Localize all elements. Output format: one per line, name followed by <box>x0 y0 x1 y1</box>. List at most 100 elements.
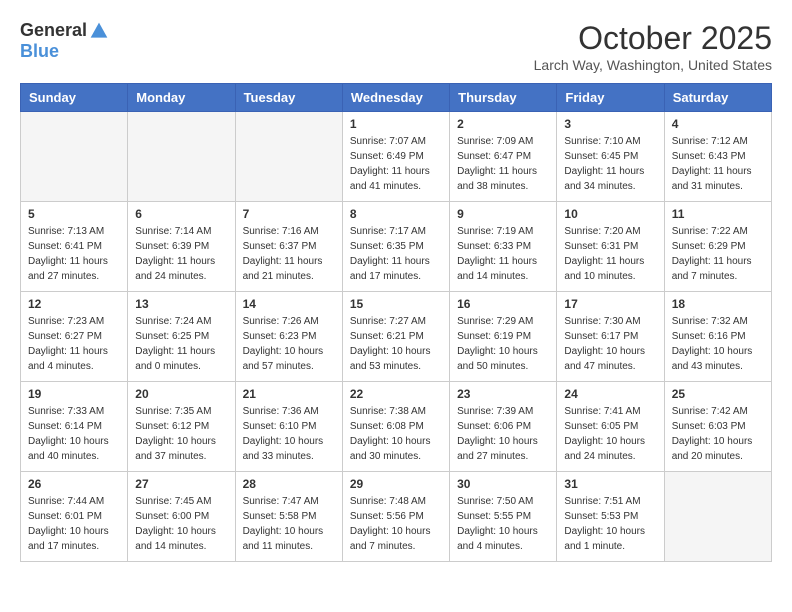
calendar-cell: 1 Sunrise: 7:07 AM Sunset: 6:49 PM Daylig… <box>342 112 449 202</box>
calendar-table: SundayMondayTuesdayWednesdayThursdayFrid… <box>20 83 772 562</box>
calendar-cell: 16 Sunrise: 7:29 AM Sunset: 6:19 PM Dayli… <box>450 292 557 382</box>
day-info: Sunrise: 7:48 AM Sunset: 5:56 PM Dayligh… <box>350 494 442 554</box>
day-number: 5 <box>28 207 120 221</box>
day-info: Sunrise: 7:39 AM Sunset: 6:06 PM Dayligh… <box>457 404 549 464</box>
day-info: Sunrise: 7:13 AM Sunset: 6:41 PM Dayligh… <box>28 224 120 284</box>
day-info: Sunrise: 7:41 AM Sunset: 6:05 PM Dayligh… <box>564 404 656 464</box>
calendar-cell: 11 Sunrise: 7:22 AM Sunset: 6:29 PM Dayli… <box>664 202 771 292</box>
weekday-header-friday: Friday <box>557 84 664 112</box>
calendar-cell: 14Sunrise: 7:26 AM Sunset: 6:23 PM Dayli… <box>235 292 342 382</box>
day-info: Sunrise: 7:23 AM Sunset: 6:27 PM Dayligh… <box>28 314 120 374</box>
day-info: Sunrise: 7:19 AM Sunset: 6:33 PM Dayligh… <box>457 224 549 284</box>
day-info: Sunrise: 7:09 AM Sunset: 6:47 PM Dayligh… <box>457 134 549 194</box>
day-info: Sunrise: 7:27 AM Sunset: 6:21 PM Dayligh… <box>350 314 442 374</box>
day-info: Sunrise: 7:50 AM Sunset: 5:55 PM Dayligh… <box>457 494 549 554</box>
page-header: General Blue October 2025 Larch Way, Was… <box>20 20 772 73</box>
day-info: Sunrise: 7:35 AM Sunset: 6:12 PM Dayligh… <box>135 404 227 464</box>
calendar-week-3: 12Sunrise: 7:23 AM Sunset: 6:27 PM Dayli… <box>21 292 772 382</box>
calendar-cell: 6 Sunrise: 7:14 AM Sunset: 6:39 PM Daylig… <box>128 202 235 292</box>
title-section: October 2025 Larch Way, Washington, Unit… <box>534 20 772 73</box>
calendar-cell <box>664 472 771 562</box>
calendar-cell: 13Sunrise: 7:24 AM Sunset: 6:25 PM Dayli… <box>128 292 235 382</box>
weekday-header-tuesday: Tuesday <box>235 84 342 112</box>
day-info: Sunrise: 7:16 AM Sunset: 6:37 PM Dayligh… <box>243 224 335 284</box>
logo: General Blue <box>20 20 109 62</box>
day-number: 20 <box>135 387 227 401</box>
day-info: Sunrise: 7:14 AM Sunset: 6:39 PM Dayligh… <box>135 224 227 284</box>
day-info: Sunrise: 7:32 AM Sunset: 6:16 PM Dayligh… <box>672 314 764 374</box>
day-number: 23 <box>457 387 549 401</box>
calendar-cell: 10 Sunrise: 7:20 AM Sunset: 6:31 PM Dayli… <box>557 202 664 292</box>
day-number: 9 <box>457 207 549 221</box>
calendar-week-4: 19 Sunrise: 7:33 AM Sunset: 6:14 PM Dayli… <box>21 382 772 472</box>
weekday-header-sunday: Sunday <box>21 84 128 112</box>
day-info: Sunrise: 7:22 AM Sunset: 6:29 PM Dayligh… <box>672 224 764 284</box>
day-number: 13 <box>135 297 227 311</box>
day-info: Sunrise: 7:36 AM Sunset: 6:10 PM Dayligh… <box>243 404 335 464</box>
calendar-cell: 21 Sunrise: 7:36 AM Sunset: 6:10 PM Dayli… <box>235 382 342 472</box>
day-info: Sunrise: 7:12 AM Sunset: 6:43 PM Dayligh… <box>672 134 764 194</box>
day-info: Sunrise: 7:20 AM Sunset: 6:31 PM Dayligh… <box>564 224 656 284</box>
day-number: 19 <box>28 387 120 401</box>
calendar-cell: 28 Sunrise: 7:47 AM Sunset: 5:58 PM Dayli… <box>235 472 342 562</box>
calendar-cell: 19 Sunrise: 7:33 AM Sunset: 6:14 PM Dayli… <box>21 382 128 472</box>
logo-general-text: General <box>20 20 87 41</box>
day-info: Sunrise: 7:47 AM Sunset: 5:58 PM Dayligh… <box>243 494 335 554</box>
logo-blue-text: Blue <box>20 41 59 62</box>
day-number: 16 <box>457 297 549 311</box>
weekday-header-wednesday: Wednesday <box>342 84 449 112</box>
calendar-cell: 2 Sunrise: 7:09 AM Sunset: 6:47 PM Daylig… <box>450 112 557 202</box>
calendar-cell: 7 Sunrise: 7:16 AM Sunset: 6:37 PM Daylig… <box>235 202 342 292</box>
day-number: 6 <box>135 207 227 221</box>
day-number: 29 <box>350 477 442 491</box>
day-number: 18 <box>672 297 764 311</box>
calendar-cell: 26 Sunrise: 7:44 AM Sunset: 6:01 PM Dayli… <box>21 472 128 562</box>
day-number: 10 <box>564 207 656 221</box>
day-number: 4 <box>672 117 764 131</box>
weekday-header-row: SundayMondayTuesdayWednesdayThursdayFrid… <box>21 84 772 112</box>
day-info: Sunrise: 7:10 AM Sunset: 6:45 PM Dayligh… <box>564 134 656 194</box>
weekday-header-thursday: Thursday <box>450 84 557 112</box>
calendar-cell <box>21 112 128 202</box>
calendar-week-5: 26 Sunrise: 7:44 AM Sunset: 6:01 PM Dayli… <box>21 472 772 562</box>
calendar-week-2: 5 Sunrise: 7:13 AM Sunset: 6:41 PM Daylig… <box>21 202 772 292</box>
day-number: 7 <box>243 207 335 221</box>
day-info: Sunrise: 7:17 AM Sunset: 6:35 PM Dayligh… <box>350 224 442 284</box>
day-number: 21 <box>243 387 335 401</box>
calendar-cell: 31 Sunrise: 7:51 AM Sunset: 5:53 PM Dayli… <box>557 472 664 562</box>
day-number: 11 <box>672 207 764 221</box>
day-number: 28 <box>243 477 335 491</box>
day-info: Sunrise: 7:42 AM Sunset: 6:03 PM Dayligh… <box>672 404 764 464</box>
day-number: 22 <box>350 387 442 401</box>
day-number: 31 <box>564 477 656 491</box>
day-info: Sunrise: 7:07 AM Sunset: 6:49 PM Dayligh… <box>350 134 442 194</box>
weekday-header-monday: Monday <box>128 84 235 112</box>
calendar-cell: 5 Sunrise: 7:13 AM Sunset: 6:41 PM Daylig… <box>21 202 128 292</box>
day-number: 26 <box>28 477 120 491</box>
calendar-week-1: 1 Sunrise: 7:07 AM Sunset: 6:49 PM Daylig… <box>21 112 772 202</box>
day-info: Sunrise: 7:33 AM Sunset: 6:14 PM Dayligh… <box>28 404 120 464</box>
day-number: 1 <box>350 117 442 131</box>
calendar-cell <box>128 112 235 202</box>
calendar-cell <box>235 112 342 202</box>
calendar-cell: 4 Sunrise: 7:12 AM Sunset: 6:43 PM Daylig… <box>664 112 771 202</box>
day-info: Sunrise: 7:44 AM Sunset: 6:01 PM Dayligh… <box>28 494 120 554</box>
day-number: 17 <box>564 297 656 311</box>
weekday-header-saturday: Saturday <box>664 84 771 112</box>
day-number: 2 <box>457 117 549 131</box>
day-number: 24 <box>564 387 656 401</box>
calendar-cell: 15Sunrise: 7:27 AM Sunset: 6:21 PM Dayli… <box>342 292 449 382</box>
location: Larch Way, Washington, United States <box>534 57 772 73</box>
day-info: Sunrise: 7:51 AM Sunset: 5:53 PM Dayligh… <box>564 494 656 554</box>
calendar-cell: 9 Sunrise: 7:19 AM Sunset: 6:33 PM Daylig… <box>450 202 557 292</box>
calendar-cell: 23 Sunrise: 7:39 AM Sunset: 6:06 PM Dayli… <box>450 382 557 472</box>
calendar-cell: 20 Sunrise: 7:35 AM Sunset: 6:12 PM Dayli… <box>128 382 235 472</box>
calendar-cell: 22Sunrise: 7:38 AM Sunset: 6:08 PM Dayli… <box>342 382 449 472</box>
calendar-cell: 12Sunrise: 7:23 AM Sunset: 6:27 PM Dayli… <box>21 292 128 382</box>
calendar-cell: 27Sunrise: 7:45 AM Sunset: 6:00 PM Dayli… <box>128 472 235 562</box>
calendar-cell: 8Sunrise: 7:17 AM Sunset: 6:35 PM Daylig… <box>342 202 449 292</box>
calendar-cell: 3Sunrise: 7:10 AM Sunset: 6:45 PM Daylig… <box>557 112 664 202</box>
day-info: Sunrise: 7:29 AM Sunset: 6:19 PM Dayligh… <box>457 314 549 374</box>
day-number: 25 <box>672 387 764 401</box>
calendar-cell: 25 Sunrise: 7:42 AM Sunset: 6:03 PM Dayli… <box>664 382 771 472</box>
